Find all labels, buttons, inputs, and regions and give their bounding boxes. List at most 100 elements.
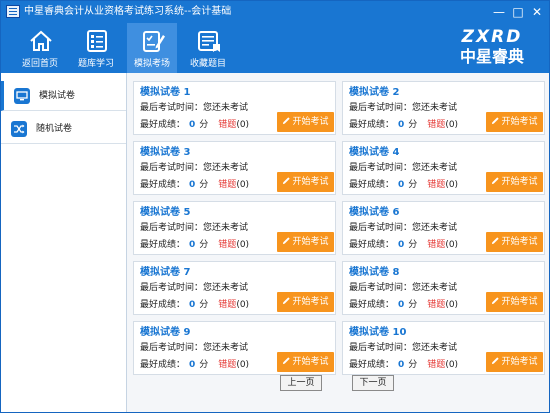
wrong-questions-link[interactable]: 错题 xyxy=(427,300,445,310)
wrong-questions-link[interactable]: 错题 xyxy=(427,240,445,250)
maximize-button[interactable]: □ xyxy=(510,4,526,20)
last-exam-time-label: 最后考试时间： xyxy=(140,103,204,113)
last-exam-time-value: 您还未考试 xyxy=(203,163,249,173)
score-unit: 分 xyxy=(408,240,418,250)
app-window: 中星睿典会计从业资格考试练习系统--会计基础 — □ ✕ 返回首页 题库学习 模… xyxy=(0,0,550,413)
start-exam-label: 开始考试 xyxy=(292,297,329,307)
shuffle-icon xyxy=(11,121,27,137)
wrong-questions-link[interactable]: 错题 xyxy=(427,360,445,370)
last-exam-time-value: 您还未考试 xyxy=(203,103,249,113)
best-score-label: 最好成绩： xyxy=(349,300,395,310)
wrong-count: (0) xyxy=(236,120,250,130)
close-button[interactable]: ✕ xyxy=(529,4,545,20)
last-exam-time-value: 您还未考试 xyxy=(203,283,249,293)
sidebar: 模拟试卷 随机试卷 xyxy=(1,73,127,412)
start-exam-button[interactable]: 开始考试 xyxy=(277,172,334,192)
last-exam-time: 最后考试时间：您还未考试 xyxy=(140,102,248,114)
toolbar-question-bank-button[interactable]: 题库学习 xyxy=(71,23,121,73)
pencil-icon xyxy=(492,237,500,245)
best-score-value: 0 xyxy=(398,300,405,310)
start-exam-button[interactable]: 开始考试 xyxy=(277,292,334,312)
best-score-value: 0 xyxy=(398,180,405,190)
exam-card-4: 模拟试卷 4 最后考试时间：您还未考试 最好成绩： 0 分错题(0) 开始考试 xyxy=(342,141,545,195)
exam-card-title: 模拟试卷 7 xyxy=(140,267,191,278)
best-score-value: 0 xyxy=(189,180,196,190)
bookmark-list-icon xyxy=(198,31,220,52)
wrong-questions-link[interactable]: 错题 xyxy=(218,240,236,250)
sidebar-item-mock-papers[interactable]: 模拟试卷 xyxy=(1,81,126,111)
wrong-count: (0) xyxy=(445,120,459,130)
wrong-count: (0) xyxy=(236,240,250,250)
toolbar-mock-exam-button[interactable]: 模拟考场 xyxy=(127,23,177,73)
brand-logo-en: ZXRD xyxy=(461,27,523,47)
score-unit: 分 xyxy=(199,300,209,310)
score-unit: 分 xyxy=(408,180,418,190)
exam-card-title: 模拟试卷 1 xyxy=(140,87,191,98)
best-score-value: 0 xyxy=(189,240,196,250)
last-exam-time-value: 您还未考试 xyxy=(203,343,249,353)
last-exam-time: 最后考试时间：您还未考试 xyxy=(140,162,248,174)
last-exam-time: 最后考试时间：您还未考试 xyxy=(349,222,457,234)
start-exam-button[interactable]: 开始考试 xyxy=(486,112,543,132)
start-exam-button[interactable]: 开始考试 xyxy=(486,352,543,372)
best-score-value: 0 xyxy=(398,120,405,130)
best-score-label: 最好成绩： xyxy=(140,120,186,130)
sidebar-item-label: 模拟试卷 xyxy=(39,91,76,101)
last-exam-time-label: 最后考试时间： xyxy=(140,283,204,293)
best-score: 最好成绩： 0 分错题(0) xyxy=(140,179,249,191)
start-exam-label: 开始考试 xyxy=(501,117,538,127)
pencil-icon xyxy=(283,117,291,125)
toolbar-home-button[interactable]: 返回首页 xyxy=(15,23,65,73)
score-unit: 分 xyxy=(199,240,209,250)
start-exam-label: 开始考试 xyxy=(292,177,329,187)
wrong-questions-link[interactable]: 错题 xyxy=(427,180,445,190)
best-score-label: 最好成绩： xyxy=(349,180,395,190)
last-exam-time: 最后考试时间：您还未考试 xyxy=(349,342,457,354)
best-score-value: 0 xyxy=(398,360,405,370)
best-score-label: 最好成绩： xyxy=(140,300,186,310)
last-exam-time-value: 您还未考试 xyxy=(412,343,458,353)
wrong-count: (0) xyxy=(445,360,459,370)
monitor-icon xyxy=(14,88,30,104)
last-exam-time: 最后考试时间：您还未考试 xyxy=(140,342,248,354)
prev-page-button[interactable]: 上一页 xyxy=(280,375,322,391)
next-page-button[interactable]: 下一页 xyxy=(352,375,394,391)
exam-card-10: 模拟试卷 10 最后考试时间：您还未考试 最好成绩： 0 分错题(0) 开始考试 xyxy=(342,321,545,375)
last-exam-time: 最后考试时间：您还未考试 xyxy=(140,282,248,294)
score-unit: 分 xyxy=(408,360,418,370)
start-exam-button[interactable]: 开始考试 xyxy=(486,232,543,252)
exam-card-3: 模拟试卷 3 最后考试时间：您还未考试 最好成绩： 0 分错题(0) 开始考试 xyxy=(133,141,336,195)
best-score-value: 0 xyxy=(398,240,405,250)
exam-card-title: 模拟试卷 4 xyxy=(349,147,400,158)
sidebar-item-random-papers[interactable]: 随机试卷 xyxy=(1,114,126,144)
wrong-questions-link[interactable]: 错题 xyxy=(218,180,236,190)
wrong-questions-link[interactable]: 错题 xyxy=(427,120,445,130)
best-score-value: 0 xyxy=(189,120,196,130)
start-exam-button[interactable]: 开始考试 xyxy=(486,292,543,312)
title-bar[interactable]: 中星睿典会计从业资格考试练习系统--会计基础 — □ ✕ xyxy=(1,1,549,23)
best-score: 最好成绩： 0 分错题(0) xyxy=(349,179,458,191)
start-exam-label: 开始考试 xyxy=(292,357,329,367)
last-exam-time-label: 最后考试时间： xyxy=(349,223,413,233)
minimize-button[interactable]: — xyxy=(491,4,507,20)
wrong-questions-link[interactable]: 错题 xyxy=(218,120,236,130)
app-logo-icon xyxy=(6,5,20,18)
last-exam-time-value: 您还未考试 xyxy=(412,103,458,113)
start-exam-label: 开始考试 xyxy=(501,177,538,187)
last-exam-time-value: 您还未考试 xyxy=(412,283,458,293)
pencil-icon xyxy=(492,117,500,125)
start-exam-button[interactable]: 开始考试 xyxy=(277,112,334,132)
toolbar-question-bank-label: 题库学习 xyxy=(77,59,114,69)
start-exam-button[interactable]: 开始考试 xyxy=(277,232,334,252)
start-exam-button[interactable]: 开始考试 xyxy=(277,352,334,372)
best-score-value: 0 xyxy=(189,300,196,310)
toolbar-favorites-button[interactable]: 收藏题目 xyxy=(183,23,233,73)
wrong-count: (0) xyxy=(236,180,250,190)
last-exam-time-label: 最后考试时间： xyxy=(349,163,413,173)
start-exam-label: 开始考试 xyxy=(501,237,538,247)
wrong-questions-link[interactable]: 错题 xyxy=(218,300,236,310)
last-exam-time-value: 您还未考试 xyxy=(203,223,249,233)
start-exam-button[interactable]: 开始考试 xyxy=(486,172,543,192)
last-exam-time: 最后考试时间：您还未考试 xyxy=(140,222,248,234)
wrong-questions-link[interactable]: 错题 xyxy=(218,360,236,370)
